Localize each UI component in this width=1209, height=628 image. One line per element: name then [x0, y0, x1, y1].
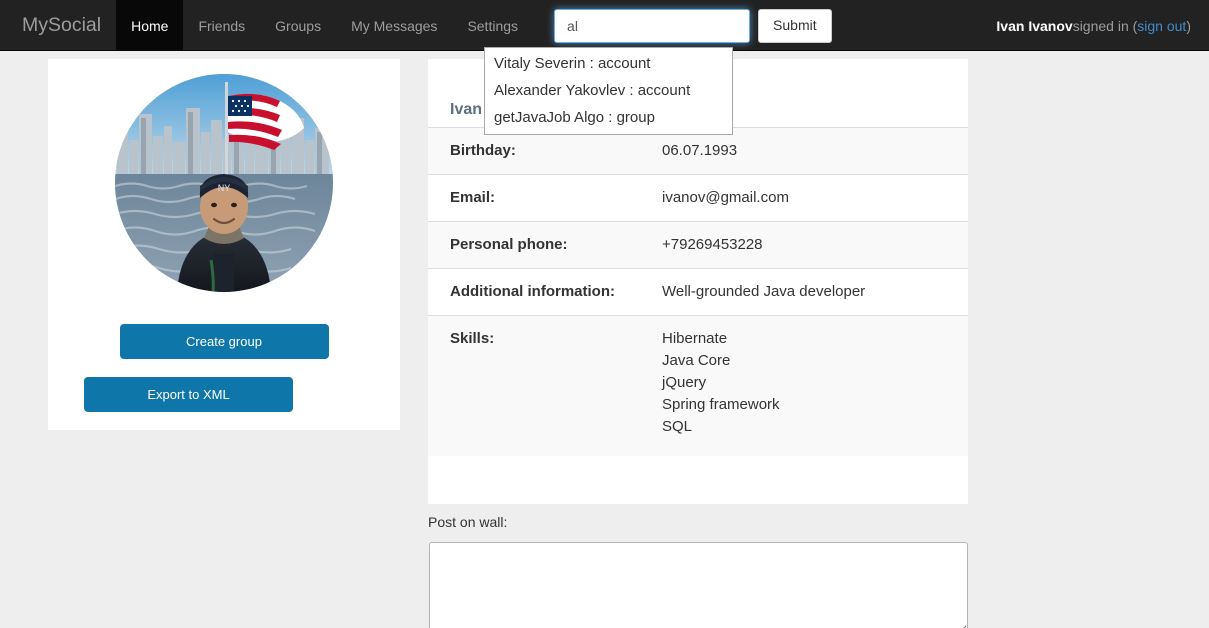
primary-nav: Home Friends Groups My Messages Settings [116, 0, 533, 51]
post-on-wall-label: Post on wall: [428, 514, 508, 530]
search-input[interactable] [554, 8, 751, 43]
profile-info-table: Birthday: 06.07.1993 Email: ivanov@gmail… [428, 127, 968, 456]
row-value-skills: Hibernate Java Core jQuery Spring framew… [660, 315, 968, 456]
closing-paren: ) [1186, 17, 1191, 34]
skill-item: jQuery [662, 374, 707, 391]
nav-item-home[interactable]: Home [116, 0, 184, 51]
table-row: Skills: Hibernate Java Core jQuery Sprin… [428, 315, 968, 456]
nav-item-groups[interactable]: Groups [260, 0, 336, 51]
row-label-email: Email: [428, 174, 660, 222]
row-value-additional-information: Well-grounded Java developer [660, 268, 968, 316]
brand-logo[interactable]: MySocial [0, 0, 116, 51]
export-to-xml-button[interactable]: Export to XML [84, 377, 293, 412]
nav-item-settings[interactable]: Settings [452, 0, 533, 51]
skill-item: SQL [662, 418, 693, 435]
session-status: Ivan Ivanov signed in (sign out) [996, 0, 1209, 51]
profile-sidebar-panel: NY Create group Export to XML [48, 59, 400, 430]
top-navbar: MySocial Home Friends Groups My Messages… [0, 0, 1209, 135]
autocomplete-item[interactable]: Alexander Yakovlev : account [485, 77, 732, 104]
post-on-wall-textarea[interactable] [429, 542, 968, 628]
autocomplete-item[interactable]: getJavaJob Algo : group [485, 104, 732, 131]
row-label-personal-phone: Personal phone: [428, 221, 660, 269]
search-autocomplete-dropdown: Vitaly Severin : account Alexander Yakov… [484, 47, 733, 135]
avatar[interactable]: NY [115, 74, 333, 292]
row-value-email: ivanov@gmail.com [660, 174, 968, 222]
submit-button[interactable]: Submit [758, 8, 832, 43]
nav-item-friends[interactable]: Friends [183, 0, 260, 51]
table-row: Email: ivanov@gmail.com [428, 174, 968, 222]
avatar-container: NY [60, 71, 388, 292]
panel-spacer [428, 456, 968, 504]
table-row: Additional information: Well-grounded Ja… [428, 268, 968, 316]
avatar-photo-icon: NY [115, 74, 333, 292]
create-group-button[interactable]: Create group [119, 324, 329, 359]
svg-text:NY: NY [218, 183, 231, 193]
skill-item: Java Core [662, 352, 731, 369]
skill-item: Spring framework [662, 396, 780, 413]
search-form: Submit [554, 0, 832, 51]
row-label-skills: Skills: [428, 315, 660, 456]
sign-out-link[interactable]: sign out [1137, 18, 1186, 34]
skill-item: Hibernate [662, 330, 728, 347]
autocomplete-item[interactable]: Vitaly Severin : account [485, 50, 732, 77]
signed-in-user-name: Ivan Ivanov [996, 17, 1073, 34]
row-label-additional-information: Additional information: [428, 268, 660, 316]
table-row: Personal phone: +79269453228 [428, 221, 968, 269]
nav-item-my-messages[interactable]: My Messages [336, 0, 452, 51]
signed-in-text: signed in ( [1072, 17, 1138, 34]
row-value-personal-phone: +79269453228 [660, 221, 968, 269]
